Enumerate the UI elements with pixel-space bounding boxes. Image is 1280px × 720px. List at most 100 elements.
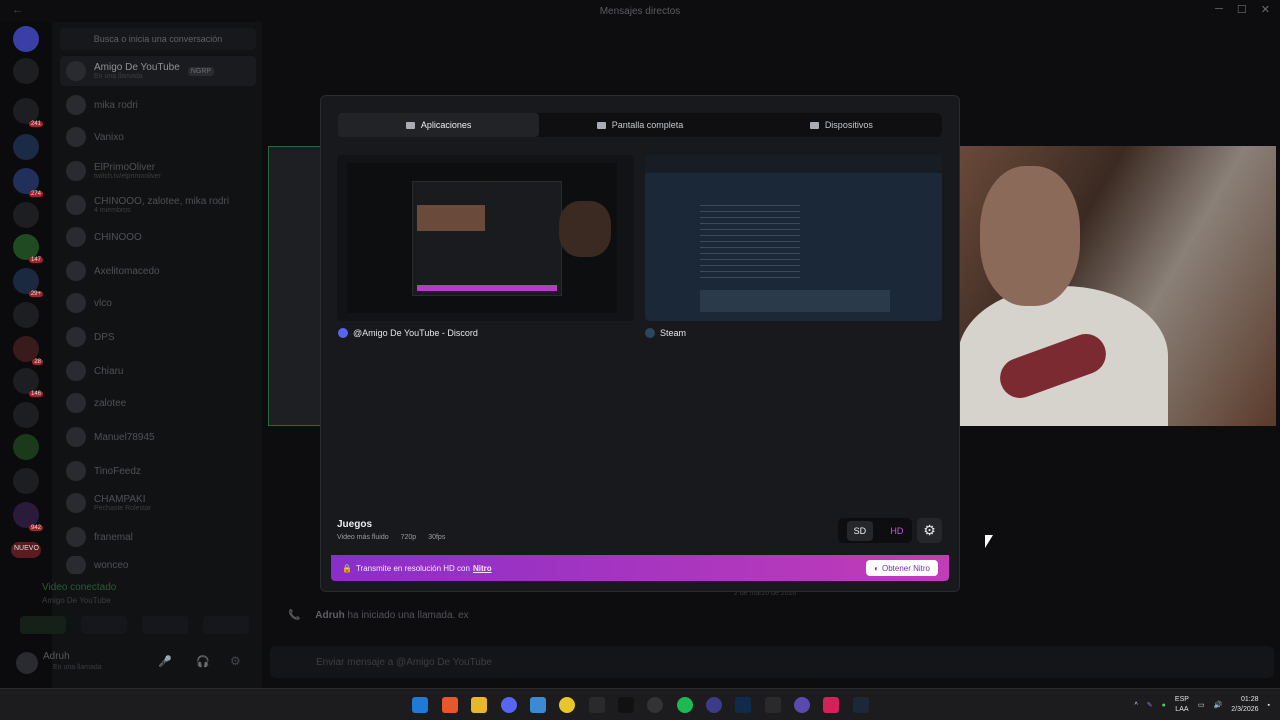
maximize-button[interactable]: ☐ [1237, 3, 1247, 16]
server-icon[interactable] [13, 58, 39, 84]
microphone-icon[interactable]: 🎤 [158, 655, 172, 668]
source-thumbnail-steam[interactable] [645, 155, 942, 321]
window-title: Mensajes directos [599, 5, 681, 17]
dm-item[interactable]: vlco [60, 288, 256, 318]
hd-button[interactable]: HD [890, 526, 903, 536]
source-label-steam: Steam [645, 328, 686, 338]
dm-item[interactable]: mika rodri [60, 90, 256, 120]
source-thumbnail-discord[interactable] [337, 155, 634, 321]
clock[interactable]: 01:28 2/3/2026 [1231, 695, 1258, 715]
file-explorer-icon[interactable] [471, 697, 487, 713]
activities-button[interactable] [141, 616, 188, 634]
video-tile-left[interactable] [268, 146, 322, 426]
network-icon[interactable]: ▭ [1198, 701, 1205, 709]
avatar [66, 556, 86, 574]
app-icon[interactable] [794, 697, 810, 713]
obs-icon[interactable] [706, 697, 722, 713]
photos-icon[interactable] [530, 697, 546, 713]
thumbnail-preview [417, 205, 485, 231]
avatar [66, 527, 86, 547]
server-icon[interactable]: 29+ [13, 268, 43, 297]
server-icon[interactable]: 28 [13, 336, 43, 365]
dm-item[interactable]: CHAMPAKI Pechaste Rolestar [60, 488, 256, 518]
language-indicator[interactable]: ESP LAA [1175, 695, 1189, 715]
sd-button[interactable]: SD [846, 520, 874, 541]
nitro-upsell-banner: 🔒 Transmite en resolución HD con Nitro ◐… [331, 555, 949, 581]
avatar[interactable] [16, 652, 38, 674]
server-icon[interactable] [13, 202, 39, 228]
brave-icon[interactable] [442, 697, 458, 713]
notification-icon[interactable]: ▪ [1268, 702, 1270, 709]
user-status: En una llamada [53, 664, 102, 671]
voice-channel: Amigo De YouTube [42, 596, 111, 605]
chrome-icon[interactable] [647, 697, 663, 713]
dm-item[interactable]: TinoFeedz [60, 456, 256, 486]
settings-gear-icon[interactable]: ⚙ [230, 654, 241, 668]
close-button[interactable]: ✕ [1261, 3, 1270, 16]
minimize-button[interactable]: ─ [1215, 3, 1223, 16]
server-icon[interactable]: 146 [13, 368, 43, 397]
windows-start-icon[interactable] [412, 697, 428, 713]
app-icon[interactable] [559, 697, 575, 713]
stream-preset[interactable]: Juegos Video más fluido 720p 30fps [337, 519, 445, 541]
volume-icon[interactable]: 🔊 [1214, 701, 1223, 709]
back-arrow-icon[interactable]: ← [12, 4, 23, 16]
dm-item[interactable]: Axelitomacedo [60, 256, 256, 286]
dm-item[interactable]: Vanixo [60, 122, 256, 152]
stream-settings-gear-icon[interactable]: ⚙ [917, 518, 942, 543]
server-icon[interactable]: 147 [13, 234, 43, 263]
search-input[interactable]: Busca o inicia una conversación [60, 28, 256, 50]
dm-item[interactable]: CHINOOO [60, 222, 256, 252]
user-panel: Adruh En una llamada 🎤 🎧 ⚙ [8, 646, 258, 682]
dm-item[interactable]: DPS [60, 322, 256, 352]
steam-icon [645, 328, 655, 338]
tab-applications[interactable]: Aplicaciones [338, 113, 540, 137]
camera-button[interactable] [19, 616, 66, 634]
headphones-icon[interactable]: 🎧 [196, 655, 210, 668]
tiktok-live-icon[interactable] [823, 697, 839, 713]
soundboard-button[interactable] [202, 616, 249, 634]
discord-icon [338, 328, 348, 338]
photoshop-icon[interactable] [735, 697, 751, 713]
dm-item[interactable]: Amigo De YouTube En una llamada NGRP [60, 56, 256, 86]
server-icon[interactable]: 241 [13, 98, 43, 127]
thumbnail-text [700, 200, 800, 280]
dm-item[interactable]: Chiaru [60, 356, 256, 386]
avatar [66, 293, 86, 313]
epic-games-icon[interactable] [765, 697, 781, 713]
steam-taskbar-icon[interactable] [853, 697, 869, 713]
microphone-tray-icon[interactable]: ● [1162, 702, 1166, 709]
dm-item[interactable]: wonceo [60, 556, 256, 574]
spotify-icon[interactable] [677, 697, 693, 713]
chevron-up-icon[interactable]: ^ [1135, 702, 1138, 709]
discord-taskbar-icon[interactable] [501, 697, 517, 713]
window-icon [405, 121, 415, 129]
discord-home-icon[interactable] [13, 26, 39, 52]
server-icon[interactable] [13, 402, 39, 428]
camera-icon [809, 121, 819, 129]
screen-share-button[interactable] [80, 616, 127, 634]
nitro-link[interactable]: Nitro [473, 564, 492, 573]
server-icon[interactable] [13, 302, 39, 328]
tray-app-icon[interactable]: ✎ [1147, 701, 1153, 709]
server-icon[interactable] [13, 434, 39, 460]
message-composer[interactable]: Enviar mensaje a @Amigo De YouTube [270, 646, 1274, 678]
new-badge[interactable]: NUEVO [11, 542, 41, 558]
dm-item[interactable]: Manuel78945 [60, 422, 256, 452]
server-icon[interactable]: 274 [13, 168, 43, 197]
tab-devices[interactable]: Dispositivos [741, 113, 942, 137]
tab-full-screen[interactable]: Pantalla completa [539, 113, 740, 137]
thumbnail-games-strip [700, 290, 890, 312]
tiktok-icon[interactable] [618, 697, 634, 713]
dm-item[interactable]: ElPrimoOliver twitch.tv/elprimooliver [60, 156, 256, 186]
server-icon[interactable] [13, 134, 39, 160]
capcut-icon[interactable] [589, 697, 605, 713]
server-icon[interactable]: 942 [13, 502, 43, 531]
dm-item[interactable]: zalotee [60, 388, 256, 418]
avatar [66, 327, 86, 347]
dm-item[interactable]: CHINOOO, zalotee, mika rodri 4 miembros [60, 190, 256, 220]
video-tile-camera[interactable] [958, 146, 1276, 426]
server-icon[interactable] [13, 468, 39, 494]
dm-item[interactable]: franemal [60, 522, 256, 552]
get-nitro-button[interactable]: ◐ Obtener Nitro [866, 560, 938, 576]
